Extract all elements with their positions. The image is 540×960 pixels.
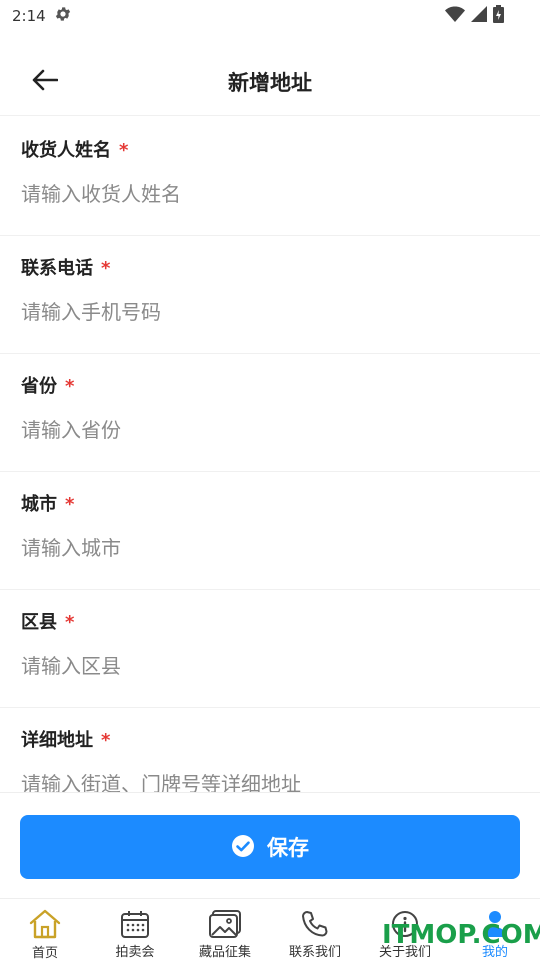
detail-address-input[interactable]	[21, 766, 519, 792]
back-button[interactable]	[28, 68, 62, 96]
address-form: 收货人姓名* 联系电话* 省份* 城市* 区县* 详细地址*	[0, 118, 540, 792]
tab-contact[interactable]: 联系我们	[270, 899, 360, 960]
field-city: 城市 *	[0, 472, 540, 590]
tab-auction[interactable]: 拍卖会	[90, 899, 180, 960]
tab-label: 联系我们	[288, 945, 341, 960]
tab-label: 拍卖会	[115, 945, 155, 960]
recipient-name-input[interactable]	[21, 176, 519, 212]
field-detail-address: 详细地址 *	[0, 708, 540, 792]
field-phone: 联系电话 *	[0, 236, 540, 354]
battery-icon	[493, 5, 504, 27]
calendar-icon	[118, 908, 152, 939]
field-label: 收货人姓名 *	[21, 140, 129, 161]
required-mark: *	[65, 612, 75, 633]
app-bar: 新增地址	[0, 48, 540, 116]
phone-icon	[298, 908, 332, 939]
signal-icon	[471, 6, 487, 26]
field-label: 区县 *	[21, 612, 75, 633]
tab-label: 首页	[31, 946, 58, 960]
district-input[interactable]	[21, 648, 519, 684]
field-district: 区县 *	[0, 590, 540, 708]
required-mark: *	[65, 376, 75, 397]
required-mark: *	[119, 140, 129, 161]
province-input[interactable]	[21, 412, 519, 448]
field-label: 省份 *	[21, 376, 75, 397]
footer: 保存	[0, 792, 540, 898]
phone-input[interactable]	[21, 294, 519, 330]
required-mark: *	[65, 494, 75, 515]
city-input[interactable]	[21, 530, 519, 566]
gear-icon	[54, 5, 72, 27]
image-icon	[208, 908, 242, 939]
arrow-left-icon	[32, 69, 59, 95]
page-title: 新增地址	[228, 70, 312, 95]
field-province: 省份 *	[0, 354, 540, 472]
field-recipient-name: 收货人姓名 *	[0, 118, 540, 236]
tab-label: 藏品征集	[198, 945, 251, 960]
check-circle-icon	[231, 834, 255, 861]
field-label: 联系电话 *	[21, 258, 111, 279]
required-mark: *	[101, 730, 111, 751]
home-icon	[28, 908, 62, 940]
save-button[interactable]: 保存	[20, 815, 520, 879]
wifi-icon	[445, 6, 465, 26]
field-label: 城市 *	[21, 494, 75, 515]
save-label: 保存	[267, 836, 309, 860]
required-mark: *	[101, 258, 111, 279]
status-time: 2:14	[12, 7, 46, 25]
status-bar: 2:14	[0, 0, 540, 32]
tab-collection[interactable]: 藏品征集	[180, 899, 270, 960]
tab-home[interactable]: 首页	[0, 899, 90, 960]
field-label: 详细地址 *	[21, 730, 111, 751]
watermark-logo: ITMOP.COM	[382, 920, 540, 950]
